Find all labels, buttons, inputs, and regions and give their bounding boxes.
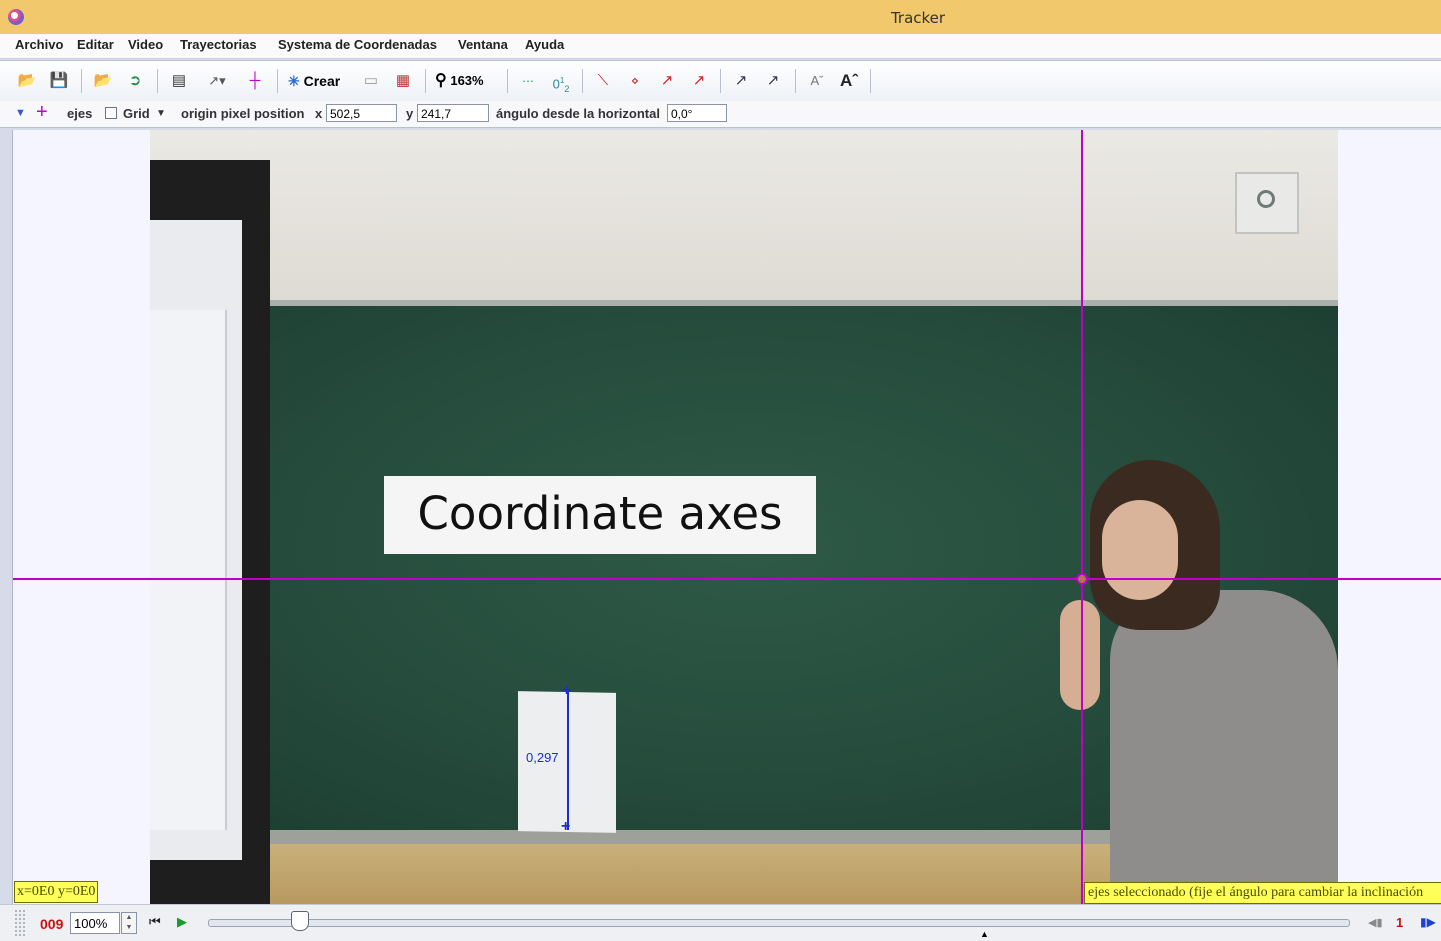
frame-number[interactable]: 009 bbox=[40, 916, 63, 932]
teacher bbox=[1060, 460, 1338, 904]
axes-cross-icon[interactable]: + bbox=[36, 101, 48, 124]
path-line-icon[interactable]: ⟍ bbox=[592, 71, 614, 91]
save-icon[interactable]: 💾 bbox=[48, 71, 70, 91]
menu-editar[interactable]: Editar bbox=[77, 37, 114, 52]
y-label: y bbox=[406, 106, 414, 121]
open-video-icon[interactable]: 📂 bbox=[92, 71, 114, 91]
status-message: ejes seleccionado (fije el ángulo para c… bbox=[1084, 882, 1441, 904]
origin-y-field[interactable]: 241,7 bbox=[417, 104, 489, 122]
frame-slider[interactable] bbox=[208, 919, 1350, 927]
axes-icon[interactable]: ┼ bbox=[244, 71, 266, 91]
wall-logo bbox=[1235, 172, 1299, 234]
tracks-visibility-icon[interactable]: ▭ bbox=[360, 71, 382, 91]
menu-trayectorias[interactable]: Trayectorias bbox=[180, 37, 257, 52]
clip-settings-icon[interactable]: ▤ bbox=[168, 71, 190, 91]
play-icon[interactable]: ▶ bbox=[177, 914, 187, 930]
caption-overlay: Coordinate axes bbox=[384, 476, 816, 554]
menu-bar: Archivo Editar Video Trayectorias System… bbox=[0, 34, 1441, 59]
font-larger-icon[interactable]: Aˆ bbox=[836, 71, 862, 91]
menu-coordenadas[interactable]: Systema de Coordenadas bbox=[278, 37, 437, 52]
step-size[interactable]: 1 bbox=[1396, 915, 1403, 930]
end-marker-icon[interactable]: ▲ bbox=[980, 929, 989, 939]
wall bbox=[150, 130, 1338, 300]
video-panel[interactable]: + + 0,297 Coordinate axes x=0E0 y=0E0 ej… bbox=[12, 130, 1441, 904]
teacher-face bbox=[1102, 500, 1178, 600]
step-back-icon[interactable]: ◀▮ bbox=[1368, 916, 1383, 929]
grid-dropdown-icon[interactable]: ▼ bbox=[156, 108, 166, 119]
coordinate-readout: x=0E0 y=0E0 bbox=[14, 881, 99, 903]
tape-top-end[interactable]: + bbox=[562, 682, 571, 700]
tape-measure-label[interactable]: 0,297 bbox=[526, 750, 559, 765]
toolbar-separator bbox=[507, 69, 508, 93]
menu-video[interactable]: Video bbox=[128, 37, 163, 52]
playback-rate-field[interactable]: 100% bbox=[70, 912, 120, 934]
go-to-start-icon[interactable]: ⏮ bbox=[149, 914, 161, 930]
origin-x-field[interactable]: 502,5 bbox=[326, 104, 397, 122]
zoom-button[interactable]: ⚲ 163% bbox=[435, 71, 497, 91]
label-toggle-icon[interactable]: 012 bbox=[548, 71, 574, 94]
toolbar-separator bbox=[81, 69, 82, 93]
projector-frame bbox=[150, 160, 270, 904]
create-track-button[interactable]: ✳ Crear bbox=[288, 71, 358, 91]
grid-label[interactable]: Grid bbox=[123, 106, 150, 121]
angle-label: ángulo desde la horizontal bbox=[496, 106, 660, 121]
track-control-icon[interactable]: ▦ bbox=[392, 71, 414, 91]
menu-ayuda[interactable]: Ayuda bbox=[525, 37, 564, 52]
track-name[interactable]: ejes bbox=[67, 106, 92, 121]
calibration-tools-icon[interactable]: ↗▾ bbox=[200, 71, 234, 91]
step-forward-icon[interactable]: ▮▶ bbox=[1420, 915, 1436, 929]
toolbar-separator bbox=[582, 69, 583, 93]
import-icon[interactable]: ➲ bbox=[124, 71, 146, 91]
acceleration-icon[interactable]: ↗ bbox=[688, 71, 710, 91]
axes-origin-handle[interactable] bbox=[1076, 573, 1088, 585]
open-folder-icon[interactable]: 📂 bbox=[16, 71, 38, 91]
velocity-icon[interactable]: ↗ bbox=[656, 71, 678, 91]
slider-thumb[interactable] bbox=[291, 911, 310, 931]
y-axis-line[interactable] bbox=[1081, 130, 1083, 904]
teacher-body bbox=[1110, 590, 1338, 904]
main-toolbar: 📂 💾 📂 ➲ ▤ ↗▾ ┼ ✳ Crear ▭ ▦ ⚲ 163% ⋯ 012 … bbox=[0, 60, 1441, 102]
menu-ventana[interactable]: Ventana bbox=[458, 37, 508, 52]
title-bar: Tracker bbox=[0, 0, 1441, 35]
trail-dots-icon[interactable]: ⋯ bbox=[517, 71, 539, 91]
x-label: x bbox=[315, 106, 323, 121]
projector-screen bbox=[150, 220, 242, 860]
teacher-hand bbox=[1060, 600, 1100, 710]
toolbar-separator bbox=[795, 69, 796, 93]
rate-spinner[interactable]: ▲ ▼ bbox=[121, 912, 137, 934]
toolbar-separator bbox=[425, 69, 426, 93]
toolbar-separator bbox=[720, 69, 721, 93]
track-properties-bar: ▼ + ejes Grid ▼ origin pixel position x … bbox=[0, 101, 1441, 128]
grid-checkbox[interactable] bbox=[105, 107, 117, 119]
vector-sum-icon[interactable]: ↗ bbox=[730, 71, 752, 91]
toolbar-grip[interactable] bbox=[14, 909, 26, 937]
toolbar-separator bbox=[870, 69, 871, 93]
magnifier-icon: ⚲ bbox=[435, 72, 447, 89]
toolbar-separator bbox=[277, 69, 278, 93]
window-title: Tracker bbox=[890, 9, 946, 27]
asterisk-icon: ✳ bbox=[288, 73, 300, 89]
center-of-mass-icon[interactable]: ↗ bbox=[762, 71, 784, 91]
video-player-bar: 009 100% ▲ ▼ ⏮ ▶ ▲ ◀▮ 1 ▮▶ bbox=[0, 904, 1441, 941]
angle-field[interactable]: 0,0° bbox=[667, 104, 727, 122]
x-axis-line[interactable] bbox=[13, 578, 1441, 580]
tape-bottom-end[interactable]: + bbox=[561, 818, 570, 836]
track-dropdown-icon[interactable]: ▼ bbox=[15, 107, 26, 119]
menu-archivo[interactable]: Archivo bbox=[15, 37, 63, 52]
position-icon[interactable]: ⋄ bbox=[624, 71, 646, 91]
toolbar-separator bbox=[157, 69, 158, 93]
tape-measure[interactable] bbox=[567, 692, 569, 830]
projected-window bbox=[150, 310, 227, 830]
font-smaller-icon[interactable]: Aˇ bbox=[806, 71, 828, 91]
origin-label: origin pixel position bbox=[181, 106, 305, 121]
